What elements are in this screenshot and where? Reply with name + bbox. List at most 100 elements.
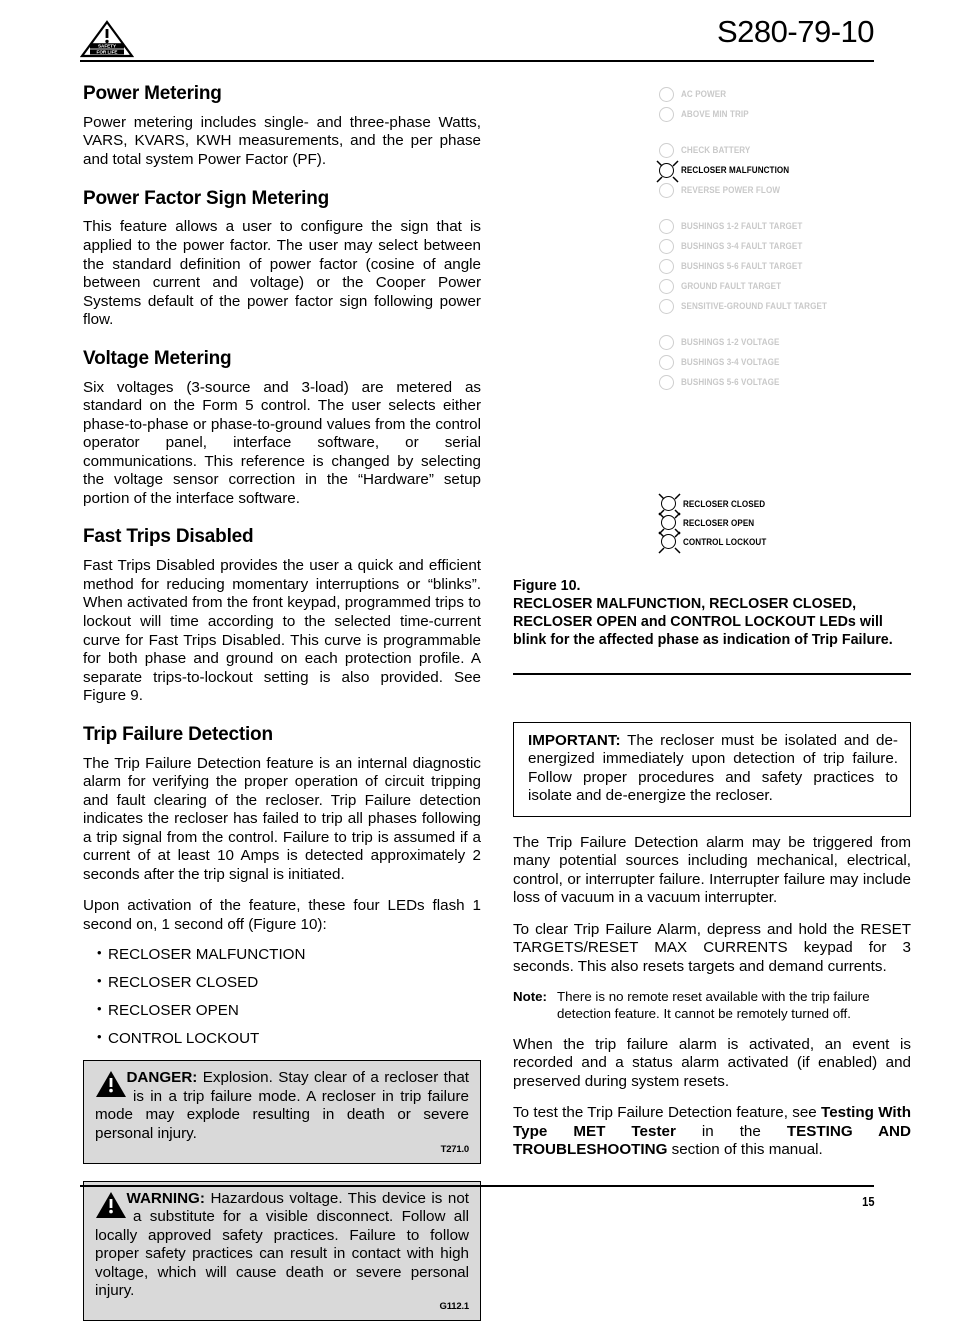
warning-code-ref: G112.1 (439, 1301, 470, 1313)
flashing-leds-list: RECLOSER MALFUNCTION RECLOSER CLOSED REC… (83, 944, 481, 1049)
led-indicator-blinking-icon (656, 159, 679, 183)
heading-voltage-metering: Voltage Metering (83, 347, 232, 369)
led-row: REVERSE POWER FLOW (659, 180, 911, 200)
led-label: CHECK BATTERY (681, 145, 751, 155)
warning-callout-box: WARNING: Hazardous voltage. This device … (83, 1181, 481, 1322)
figure-divider (513, 673, 911, 675)
led-label: RECLOSER OPEN (683, 517, 755, 528)
led-label: REVERSE POWER FLOW (681, 185, 781, 195)
testing-ref-part3: section of this manual. (667, 1141, 823, 1159)
led-indicator-off-icon (659, 86, 674, 102)
paragraph-event-recorded: When the trip failure alarm is activated… (513, 1035, 911, 1090)
paragraph-power-metering: Power metering includes single- and thre… (83, 113, 481, 168)
page-number: 15 (861, 1194, 874, 1209)
led-indicator-off-icon (659, 374, 674, 390)
led-group-2: CHECK BATTERY RECLOSER MALFUNCTION REVERSE… (656, 140, 911, 200)
led-indicator-off-icon (659, 334, 674, 350)
note-label: Note: (513, 989, 547, 1005)
paragraph-alarm-sources: The Trip Failure Detection alarm may be … (513, 833, 911, 907)
led-row: GROUND FAULT TARGET (659, 276, 911, 296)
led-label: RECLOSER CLOSED (683, 498, 766, 509)
important-text: IMPORTANT: The recloser must be isolated… (528, 732, 898, 806)
led-label: BUSHINGS 3-4 VOLTAGE (681, 357, 780, 367)
led-indicator-off-icon (659, 106, 674, 122)
warning-text: WARNING: Hazardous voltage. This device … (95, 1190, 469, 1300)
led-row: BUSHINGS 5-6 FAULT TARGET (659, 256, 911, 276)
list-item: RECLOSER CLOSED (97, 973, 481, 992)
figure-10-led-panel: AC POWER ABOVE MIN TRIP CHECK BATTERY RECLO… (513, 84, 911, 414)
led-label: CONTROL LOCKOUT (683, 536, 767, 547)
led-row: CHECK BATTERY (659, 140, 911, 160)
safety-for-life-logo: SAFETY FOR LIFE (79, 20, 135, 58)
led-indicator-blinking-icon (658, 531, 681, 554)
footer-divider (80, 1185, 874, 1187)
figure-caption-text: RECLOSER MALFUNCTION, RECLOSER CLOSED, R… (513, 595, 893, 648)
led-row: BUSHINGS 3-4 FAULT TARGET (659, 236, 911, 256)
led-row: AC POWER (659, 84, 911, 104)
led-indicator-off-icon (659, 354, 674, 370)
danger-callout-box: DANGER: Explosion. Stay clear of a reclo… (83, 1060, 481, 1164)
led-indicator-off-icon (659, 238, 674, 254)
paragraph-voltage-metering: Six voltages (3-source and 3-load) are m… (83, 378, 481, 507)
led-label: SENSITIVE-GROUND FAULT TARGET (681, 301, 827, 311)
led-indicator-off-icon (659, 298, 674, 314)
blink-rays-icon (658, 531, 681, 554)
page-header: SAFETY FOR LIFE S280-79-10 (79, 14, 875, 62)
led-row: BUSHINGS 5-6 VOLTAGE (659, 372, 911, 392)
led-row: SENSITIVE-GROUND FAULT TARGET (659, 296, 911, 316)
important-callout-box: IMPORTANT: The recloser must be isolated… (513, 722, 911, 817)
led-label: BUSHINGS 5-6 FAULT TARGET (681, 261, 803, 271)
led-group-4: BUSHINGS 1-2 VOLTAGE BUSHINGS 3-4 VOLTAGE… (659, 332, 911, 392)
led-indicator-panel: AC POWER ABOVE MIN TRIP CHECK BATTERY RECLO… (513, 84, 911, 414)
list-item: RECLOSER MALFUNCTION (97, 944, 481, 964)
led-label: BUSHINGS 1-2 VOLTAGE (681, 337, 780, 347)
testing-ref-part1: To test the Trip Failure Detection featu… (513, 1104, 822, 1122)
led-label: GROUND FAULT TARGET (681, 281, 782, 291)
paragraph-trip-failure-detection-1: The Trip Failure Detection feature is an… (83, 754, 481, 883)
led-row: ABOVE MIN TRIP (659, 104, 911, 124)
led-indicator-off-icon (659, 142, 674, 158)
led-group-3: BUSHINGS 1-2 FAULT TARGET BUSHINGS 3-4 FA… (659, 216, 911, 316)
led-row: BUSHINGS 1-2 VOLTAGE (659, 332, 911, 352)
figure-number: Figure 10. (513, 578, 581, 594)
important-label: IMPORTANT: (528, 732, 621, 749)
led-indicator-blinking-icon (658, 493, 681, 516)
heading-power-factor-sign-metering: Power Factor Sign Metering (83, 187, 330, 209)
note-text: There is no remote reset available with … (557, 989, 870, 1021)
heading-power-metering: Power Metering (83, 83, 222, 104)
led-indicator-blinking-icon (658, 512, 681, 535)
led-indicator-off-icon (659, 258, 674, 274)
danger-label: DANGER: (126, 1069, 198, 1087)
danger-code-ref: T271.0 (440, 1144, 470, 1155)
led-indicator-off-icon (659, 182, 674, 198)
left-column: Power Metering Power metering includes s… (83, 83, 481, 1338)
list-item: RECLOSER OPEN (97, 1001, 481, 1020)
paragraph-fast-trips-disabled: Fast Trips Disabled provides the user a … (83, 557, 481, 705)
header-divider (80, 60, 874, 62)
paragraph-clear-alarm: To clear Trip Failure Alarm, depress and… (513, 920, 911, 975)
led-label: AC POWER (681, 89, 727, 99)
led-group-1: AC POWER ABOVE MIN TRIP (659, 84, 911, 124)
danger-text: DANGER: Explosion. Stay clear of a reclo… (95, 1069, 469, 1143)
warning-triangle-icon (96, 1071, 126, 1098)
led-label: ABOVE MIN TRIP (681, 109, 749, 119)
led-label: BUSHINGS 1-2 FAULT TARGET (681, 221, 803, 231)
led-label: BUSHINGS 3-4 FAULT TARGET (681, 241, 803, 251)
figure-caption: Figure 10. RECLOSER MALFUNCTION, RECLOSE… (513, 578, 911, 649)
led-row: RECLOSER CLOSED (658, 493, 911, 516)
document-number: S280-79-10 (716, 14, 875, 49)
paragraph-power-factor-sign-metering: This feature allows a user to configure … (83, 218, 481, 329)
led-row: CONTROL LOCKOUT (658, 531, 911, 554)
led-row: BUSHINGS 3-4 VOLTAGE (659, 352, 911, 372)
warning-label: WARNING: (126, 1190, 205, 1207)
right-column: IMPORTANT: The recloser must be isolated… (513, 697, 911, 1173)
svg-text:FOR LIFE: FOR LIFE (97, 49, 118, 54)
status-led-panel: RECLOSER CLOSED RECLOSER OPEN CONTROL LOCK… (513, 493, 911, 554)
warning-triangle-icon (96, 1192, 126, 1218)
note-block: Note: There is no remote reset available… (513, 989, 911, 1022)
led-row: BUSHINGS 1-2 FAULT TARGET (659, 216, 911, 236)
heading-fast-trips-disabled: Fast Trips Disabled (83, 526, 254, 548)
heading-trip-failure-detection: Trip Failure Detection (83, 723, 273, 745)
testing-ref-part2: in the (675, 1122, 787, 1140)
svg-text:SAFETY: SAFETY (98, 43, 116, 48)
